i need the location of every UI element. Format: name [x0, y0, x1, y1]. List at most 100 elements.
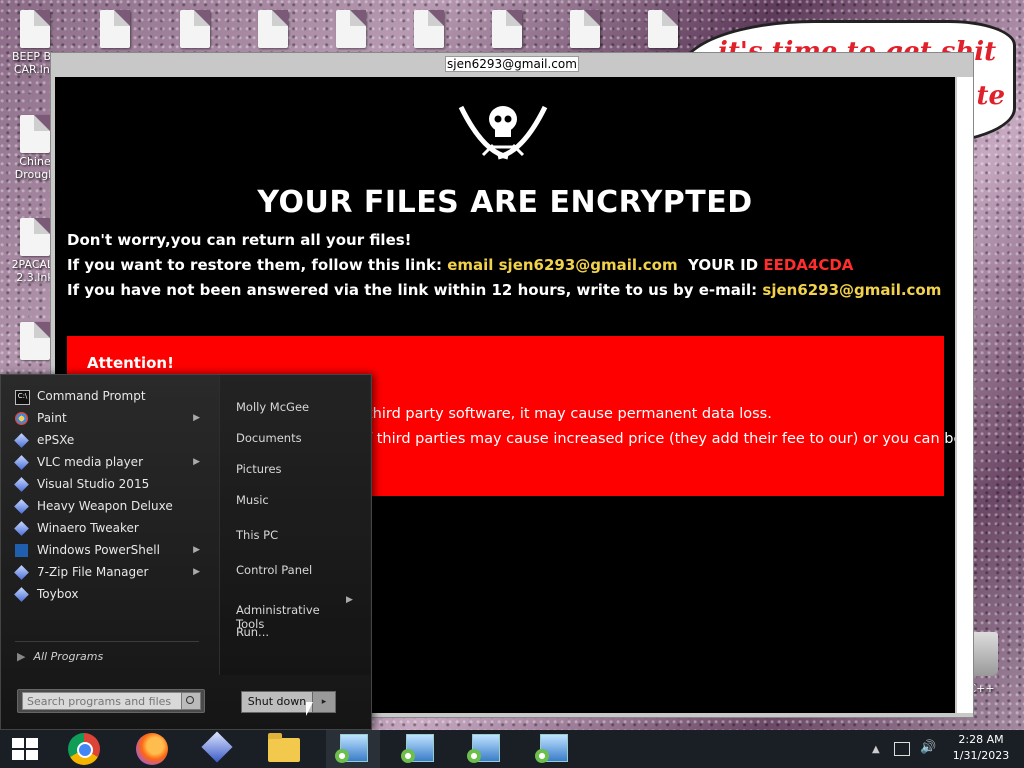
shutdown-options-button[interactable]: ▸: [312, 691, 336, 713]
desktop-icon-file[interactable]: [316, 10, 386, 50]
ransom-headline: YOUR FILES ARE ENCRYPTED: [257, 185, 753, 220]
document-icon: [492, 10, 522, 48]
divider: [15, 641, 199, 642]
firefox-icon[interactable]: [136, 733, 168, 765]
start-item-this-pc[interactable]: This PC: [236, 528, 278, 542]
chevron-right-icon: ▶: [193, 545, 200, 555]
document-icon: [20, 115, 50, 153]
gem-icon: [14, 565, 29, 580]
network-status-icon[interactable]: [894, 742, 910, 756]
victim-id: EEDA4CDA: [763, 256, 854, 274]
desktop-icon-file[interactable]: [80, 10, 150, 50]
ransom-line-1: Don't worry,you can return all your file…: [67, 231, 412, 249]
mouse-cursor-icon: [306, 702, 313, 716]
start-item-user[interactable]: Molly McGee: [236, 400, 309, 414]
document-icon: [336, 10, 366, 48]
program-label: Toybox: [37, 587, 79, 601]
powershell-icon: [15, 544, 28, 557]
gem-icon: [14, 433, 29, 448]
taskbar: ▲ 🔊 2:28 AM 1/31/2023: [0, 730, 1024, 768]
program-command-prompt[interactable]: C:\ Command Prompt: [7, 385, 212, 407]
chevron-right-icon: ▶: [346, 595, 353, 605]
document-icon: [20, 10, 50, 48]
contact-email[interactable]: sjen6293@gmail.com: [762, 281, 941, 299]
document-icon: [100, 10, 130, 48]
desktop-icon-file[interactable]: [238, 10, 308, 50]
gem-icon: [14, 521, 29, 536]
program-label: Winaero Tweaker: [37, 521, 139, 535]
contact-email-link[interactable]: email sjen6293@gmail.com: [447, 256, 677, 274]
start-menu: C:\ Command Prompt Paint ▶ ePSXe VLC media…: [0, 374, 372, 730]
program-paint[interactable]: Paint ▶: [7, 407, 212, 429]
network-setup-icon[interactable]: [467, 734, 500, 763]
show-hidden-icons-chevron[interactable]: ▲: [872, 744, 880, 755]
document-icon: [648, 10, 678, 48]
gem-icon: [14, 455, 29, 470]
ransom-line-3: If you have not been answered via the li…: [67, 281, 941, 299]
all-programs-label: All Programs: [33, 650, 104, 663]
start-menu-right-column: Molly McGee Documents Pictures Music Thi…: [219, 375, 370, 675]
attention-title: Attention!: [87, 354, 174, 372]
desktop-icon-file[interactable]: [160, 10, 230, 50]
program-label: VLC media player: [37, 455, 144, 469]
document-icon: [258, 10, 288, 48]
program-powershell[interactable]: Windows PowerShell ▶: [7, 539, 212, 561]
start-item-run[interactable]: Run...: [236, 625, 269, 639]
program-heavy-weapon[interactable]: Heavy Weapon Deluxe: [7, 495, 212, 517]
program-label: Heavy Weapon Deluxe: [37, 499, 173, 513]
system-clock[interactable]: 2:28 AM 1/31/2023: [946, 732, 1016, 764]
start-item-documents[interactable]: Documents: [236, 431, 302, 445]
desktop-icon-file[interactable]: [394, 10, 464, 50]
program-label: 7-Zip File Manager: [37, 565, 149, 579]
search-icon[interactable]: [181, 692, 201, 710]
program-7zip[interactable]: 7-Zip File Manager ▶: [7, 561, 212, 583]
victim-id-label: YOUR ID: [677, 256, 764, 274]
volume-icon[interactable]: 🔊: [920, 740, 936, 755]
program-label: Command Prompt: [37, 389, 146, 403]
desktop-icon-file[interactable]: [550, 10, 620, 50]
attention-text-1: third party software, it may cause perma…: [367, 406, 772, 422]
attention-text-2: f third parties may cause increased pric…: [367, 431, 955, 447]
program-epsxe[interactable]: ePSXe: [7, 429, 212, 451]
program-visual-studio[interactable]: Visual Studio 2015: [7, 473, 212, 495]
start-item-pictures[interactable]: Pictures: [236, 462, 282, 476]
search-input[interactable]: [22, 692, 182, 710]
ransom-line-2-text: If you want to restore them, follow this…: [67, 256, 448, 274]
start-item-music[interactable]: Music: [236, 493, 269, 507]
window-titlebar[interactable]: sjen6293@gmail.com: [51, 53, 973, 73]
windows-start-icon[interactable]: [12, 738, 38, 760]
vertical-scrollbar[interactable]: [957, 77, 973, 713]
ransom-line-3-text: If you have not been answered via the li…: [67, 281, 763, 299]
program-label: ePSXe: [37, 433, 75, 447]
desktop-icon-file[interactable]: [472, 10, 542, 50]
program-label: Windows PowerShell: [37, 543, 160, 557]
program-vlc[interactable]: VLC media player ▶: [7, 451, 212, 473]
network-setup-icon[interactable]: [401, 734, 434, 763]
file-explorer-icon[interactable]: [268, 733, 300, 762]
document-icon: [20, 322, 50, 360]
network-setup-icon[interactable]: [535, 734, 568, 763]
network-setup-icon[interactable]: [335, 734, 368, 763]
ransom-line-2: If you want to restore them, follow this…: [67, 256, 853, 274]
all-programs-button[interactable]: ▶ All Programs: [17, 650, 103, 663]
program-label: Paint: [37, 411, 67, 425]
start-item-control-panel[interactable]: Control Panel: [236, 563, 312, 577]
chevron-right-icon: ▶: [193, 567, 200, 577]
clock-time: 2:28 AM: [958, 733, 1004, 746]
chrome-icon[interactable]: [68, 733, 100, 765]
paint-icon: [15, 412, 28, 425]
program-winaero[interactable]: Winaero Tweaker: [7, 517, 212, 539]
cmd-icon: C:\: [15, 390, 30, 405]
document-icon: [180, 10, 210, 48]
desktop-icon-file[interactable]: [628, 10, 698, 50]
gem-app-icon[interactable]: [201, 731, 233, 763]
program-toybox[interactable]: Toybox: [7, 583, 212, 605]
program-label: Visual Studio 2015: [37, 477, 150, 491]
chevron-right-icon: ▶: [17, 650, 26, 663]
document-icon: [414, 10, 444, 48]
clock-date: 1/31/2023: [952, 749, 1010, 762]
wallpaper-text-2: te: [976, 81, 1005, 111]
gem-icon: [14, 499, 29, 514]
start-search-box: [17, 689, 205, 713]
shutdown-button[interactable]: Shut down: [241, 691, 313, 713]
